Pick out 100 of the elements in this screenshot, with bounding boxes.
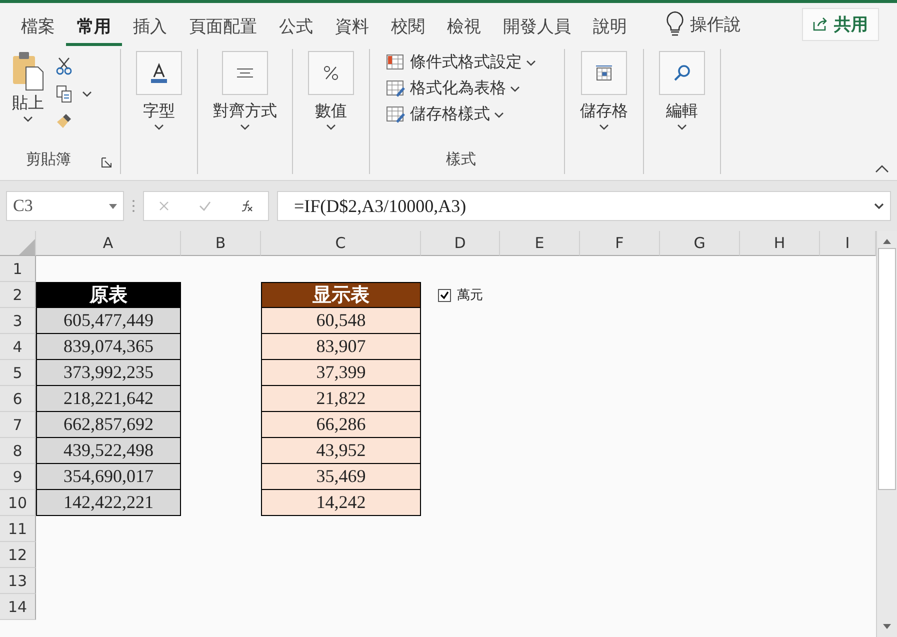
caret-icon (599, 124, 609, 130)
row-header[interactable]: 5 (0, 360, 36, 386)
row-header[interactable]: 9 (0, 464, 36, 490)
ribbon-button[interactable]: 儲存格 (577, 49, 631, 132)
caret-icon (326, 124, 336, 130)
caret-icon (154, 124, 164, 130)
caret-icon (82, 91, 92, 97)
search-icon (673, 64, 691, 82)
caret-icon (510, 86, 520, 92)
menu-tab[interactable]: 常用 (66, 8, 122, 46)
menu-tab[interactable]: 頁面配置 (178, 8, 268, 46)
caret-icon (240, 124, 250, 130)
table-cell: 605,477,449 (36, 308, 181, 334)
row-header[interactable]: 14 (0, 594, 36, 620)
column-header[interactable]: F (580, 231, 660, 256)
table-cell: 373,992,235 (36, 360, 181, 386)
table-cell: 66,286 (261, 412, 421, 438)
center-align-icon (237, 68, 253, 78)
caret-icon (494, 112, 504, 118)
expand-icon[interactable] (874, 203, 884, 209)
table-cell: 439,522,498 (36, 438, 181, 464)
column-header[interactable]: C (261, 231, 421, 256)
column-header[interactable]: G (660, 231, 740, 256)
table-format-icon (386, 80, 406, 98)
row-header[interactable]: 13 (0, 568, 36, 594)
check-icon[interactable] (199, 201, 211, 211)
column-header[interactable]: H (740, 231, 820, 256)
style-menu-button[interactable]: 條件式格式設定 (384, 51, 538, 74)
scissors-icon[interactable] (56, 57, 72, 75)
table-cell: 21,822 (261, 386, 421, 412)
style-menu-button[interactable]: 格式化為表格 (384, 77, 522, 100)
menu-tab[interactable]: 校閱 (380, 8, 436, 46)
caret-icon (23, 116, 33, 122)
row-header[interactable]: 10 (0, 490, 36, 516)
table-cell: 37,399 (261, 360, 421, 386)
share-button[interactable]: 共用 (802, 8, 879, 40)
percent-icon (323, 65, 339, 81)
row-header[interactable]: 2 (0, 282, 36, 308)
group-label: 樣式 (445, 150, 477, 170)
share-icon (813, 17, 829, 31)
conditional-format-icon (386, 54, 406, 72)
column-header[interactable]: A (36, 231, 181, 256)
paste-button[interactable]: 貼上 (8, 49, 48, 124)
corner-triangle-icon (19, 239, 35, 255)
checkbox[interactable] (438, 288, 451, 302)
row-header[interactable]: 7 (0, 412, 36, 438)
row-header[interactable]: 6 (0, 386, 36, 412)
ribbon-button[interactable]: 字型 (133, 49, 185, 132)
function-icon[interactable] (241, 200, 253, 212)
dialog-launcher-icon[interactable] (101, 156, 112, 168)
row-header[interactable]: 8 (0, 438, 36, 464)
menu-tab[interactable]: 開發人員 (492, 8, 582, 46)
table-cell: 142,422,221 (36, 490, 181, 516)
table-cell: 43,952 (261, 438, 421, 464)
cell-style-icon (386, 106, 406, 124)
menu-tab[interactable]: 檔案 (10, 8, 66, 46)
vertical-scrollbar[interactable] (876, 231, 897, 637)
name-box[interactable]: C3 (6, 191, 124, 221)
row-header[interactable]: 3 (0, 308, 36, 334)
caret-icon (677, 124, 687, 130)
row-header[interactable]: 1 (0, 256, 36, 282)
column-header[interactable]: E (500, 231, 580, 256)
group-label: 剪貼簿 (26, 150, 71, 170)
row-header[interactable]: 4 (0, 334, 36, 360)
dropdown-icon (109, 204, 117, 208)
row-header[interactable]: 11 (0, 516, 36, 542)
ribbon-button[interactable]: 對齊方式 (210, 49, 280, 132)
ribbon-button[interactable]: 數值 (305, 49, 357, 132)
menu-tab[interactable]: 插入 (122, 8, 178, 46)
table-cell: 662,857,692 (36, 412, 181, 438)
lightbulb-icon[interactable] (666, 11, 684, 37)
chevron-up-icon (875, 165, 889, 173)
clipboard-icon (11, 51, 45, 91)
drag-handle-icon[interactable] (132, 199, 135, 213)
formula-field[interactable]: =IF(D$2,A3/10000,A3) (277, 191, 891, 221)
paintbrush-icon[interactable] (56, 113, 72, 129)
column-header[interactable]: D (421, 231, 500, 256)
table-cell: 354,690,017 (36, 464, 181, 490)
menu-tab[interactable]: 說明 (582, 8, 638, 46)
font-color-icon (150, 63, 168, 83)
menu-tab[interactable]: 公式 (268, 8, 324, 46)
menu-tab[interactable]: 檢視 (436, 8, 492, 46)
checkbox-label[interactable]: 萬元 (421, 286, 500, 304)
tell-me-field[interactable]: 操作說 (690, 12, 741, 36)
row-header[interactable]: 12 (0, 542, 36, 568)
menu-tab[interactable]: 資料 (324, 8, 380, 46)
scroll-up-icon[interactable] (883, 239, 891, 244)
ribbon-button[interactable]: 編輯 (656, 49, 708, 132)
table-cell: 839,074,365 (36, 334, 181, 360)
column-header[interactable]: B (181, 231, 261, 256)
style-menu-button[interactable]: 儲存格樣式 (384, 103, 506, 126)
table-cells-icon (595, 64, 613, 82)
table-cell: 14,242 (261, 490, 421, 516)
scroll-down-icon[interactable] (883, 624, 891, 629)
table-cell: 35,469 (261, 464, 421, 490)
table-cell: 60,548 (261, 308, 421, 334)
copy-icon[interactable] (56, 85, 72, 103)
table-cell: 218,221,642 (36, 386, 181, 412)
column-header[interactable]: I (820, 231, 876, 256)
table-cell: 83,907 (261, 334, 421, 360)
